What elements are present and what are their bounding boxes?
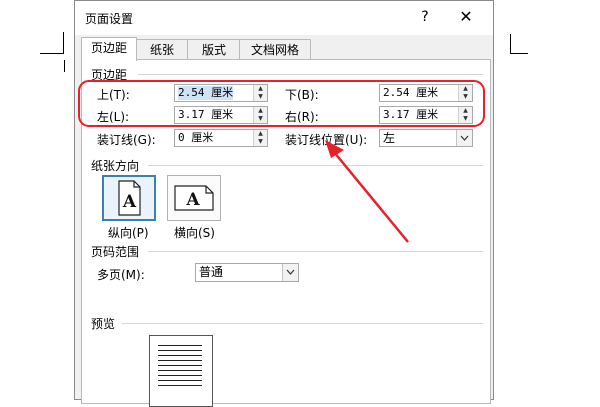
annotation-arrow (325, 140, 409, 243)
